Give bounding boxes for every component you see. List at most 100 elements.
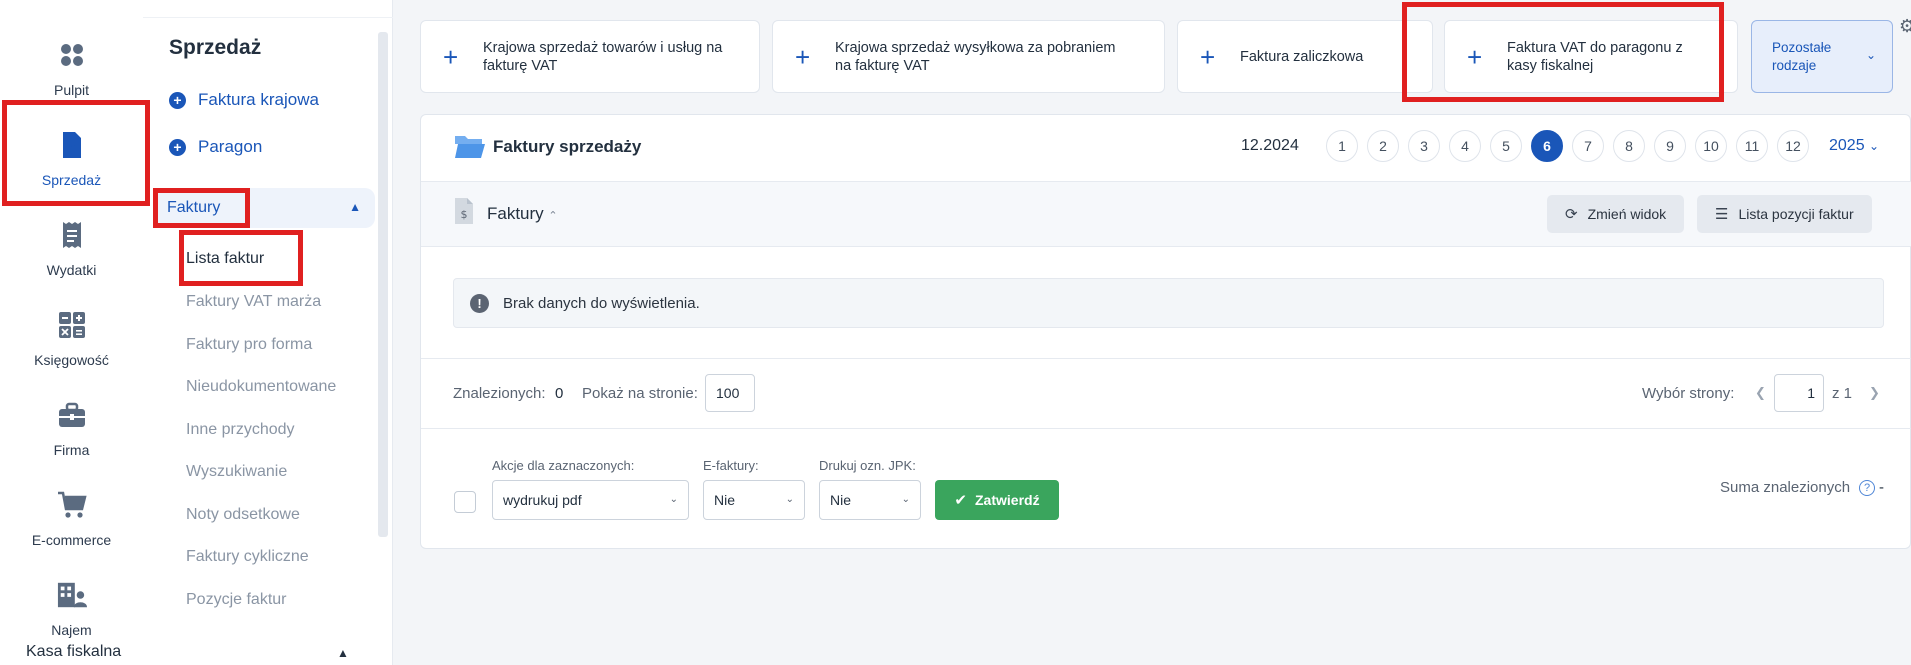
sidebar-item-nieudokumentowane[interactable]: Nieudokumentowane xyxy=(186,378,336,396)
empty-state-alert: ! Brak danych do wyświetlenia. xyxy=(453,278,1884,328)
sidebar-item-pozycje-faktur[interactable]: Pozycje faktur xyxy=(186,591,286,609)
quick-domestic-goods-invoice[interactable]: + Krajowa sprzedaż towarów i usług na fak… xyxy=(420,20,760,93)
quick-vat-receipt-invoice[interactable]: + Faktura VAT do paragonu z kasy fiskalne… xyxy=(1444,20,1738,93)
month-10[interactable]: 10 xyxy=(1695,130,1727,162)
button-label: Zatwierdź xyxy=(975,492,1040,508)
chevron-right-icon[interactable]: ❯ xyxy=(1869,385,1880,401)
e-invoices-label: E-faktury: xyxy=(703,458,759,473)
new-domestic-invoice-link[interactable]: + Faktura krajowa xyxy=(169,90,319,110)
nav-label: E-commerce xyxy=(31,532,112,548)
help-icon[interactable]: ? xyxy=(1859,480,1875,496)
sidebar-item-inne-przychody[interactable]: Inne przychody xyxy=(186,421,295,439)
nav-wydatki[interactable]: Wydatki xyxy=(0,208,143,298)
select-all-checkbox[interactable] xyxy=(454,491,476,513)
invoices-section-toggle[interactable]: Faktury ⌃ xyxy=(487,204,558,224)
divider xyxy=(421,428,1911,429)
month-2[interactable]: 2 xyxy=(1367,130,1399,162)
sidebar-title: Sprzedaż xyxy=(169,36,262,59)
per-page-input[interactable] xyxy=(705,374,755,412)
month-9[interactable]: 9 xyxy=(1654,130,1686,162)
invoice-items-list-button[interactable]: ☰ Lista pozycji faktur xyxy=(1697,195,1872,233)
month-12[interactable]: 12 xyxy=(1777,130,1809,162)
main-nav-rail: Pulpit $ Sprzedaż Wydatki Księgowość Fir… xyxy=(0,0,143,665)
new-receipt-link[interactable]: + Paragon xyxy=(169,137,262,157)
month-7[interactable]: 7 xyxy=(1572,130,1604,162)
month-5[interactable]: 5 xyxy=(1490,130,1522,162)
divider xyxy=(421,358,1911,359)
chevron-down-icon: ⌄ xyxy=(669,494,678,505)
nav-firma[interactable]: Firma xyxy=(0,388,143,478)
select-value: wydrukuj pdf xyxy=(503,492,582,508)
change-view-button[interactable]: ⟳ Zmień widok xyxy=(1547,195,1685,233)
found-count: 0 xyxy=(555,385,564,402)
year-selector[interactable]: 2025 ⌄ xyxy=(1829,137,1879,155)
bulk-actions-label: Akcje dla zaznaczonych: xyxy=(492,458,635,473)
sidebar-item-cykliczne[interactable]: Faktury cykliczne xyxy=(186,548,309,566)
nav-label: Wydatki xyxy=(46,262,97,278)
jpk-label: Drukuj ozn. JPK: xyxy=(819,458,916,473)
month-1[interactable]: 1 xyxy=(1326,130,1358,162)
button-label: Zmień widok xyxy=(1587,206,1667,222)
month-4[interactable]: 4 xyxy=(1449,130,1481,162)
year-value: 2025 xyxy=(1829,137,1865,154)
sidebar-item-noty-odsetkowe[interactable]: Noty odsetkowe xyxy=(186,506,300,524)
quick-advance-invoice[interactable]: + Faktura zaliczkowa xyxy=(1177,20,1433,93)
sidebar-item-pro-forma[interactable]: Faktury pro forma xyxy=(186,336,312,354)
dashboard-icon xyxy=(57,40,87,70)
month-11[interactable]: 11 xyxy=(1736,130,1768,162)
svg-text:$: $ xyxy=(67,141,76,156)
month-3[interactable]: 3 xyxy=(1408,130,1440,162)
invoice-dollar-icon: $ xyxy=(57,130,87,160)
nav-pulpit[interactable]: Pulpit xyxy=(0,28,143,118)
chevron-left-icon[interactable]: ❮ xyxy=(1755,385,1766,401)
button-label: Lista pozycji faktur xyxy=(1738,206,1854,222)
month-6[interactable]: 6 xyxy=(1531,130,1563,162)
card-line: Faktura zaliczkowa xyxy=(1240,48,1364,65)
sidebar-scrollbar[interactable] xyxy=(378,32,388,537)
page-select-label: Wybór strony: xyxy=(1642,385,1735,402)
nav-label: Firma xyxy=(53,442,90,458)
section-label: Faktury xyxy=(487,204,544,223)
nav-sprzedaz[interactable]: $ Sprzedaż xyxy=(0,118,143,208)
nav-ksiegowosc[interactable]: Księgowość xyxy=(0,298,143,388)
card-line: kasy fiskalnej xyxy=(1507,57,1594,74)
chevron-up-icon: ▲ xyxy=(349,200,361,214)
month-8[interactable]: 8 xyxy=(1613,130,1645,162)
sum-label: Suma znalezionych xyxy=(1720,479,1851,496)
sidebar-group-kasa-fiskalna[interactable]: Kasa fiskalna xyxy=(26,643,121,661)
divider xyxy=(143,17,393,18)
page-total: z 1 xyxy=(1832,385,1853,402)
empty-message: Brak danych do wyświetlenia. xyxy=(503,294,700,312)
quick-cod-shipping-invoice[interactable]: + Krajowa sprzedaż wysyłkowa za pobranie… xyxy=(772,20,1165,93)
chevron-down-icon: ⌄ xyxy=(1865,48,1876,62)
calculator-icon xyxy=(57,310,87,340)
sidebar-item-lista-faktur[interactable]: Lista faktur xyxy=(186,250,264,268)
confirm-button[interactable]: ✔ Zatwierdź xyxy=(935,480,1059,520)
card-line: Pozostałe xyxy=(1772,39,1832,55)
sidebar-item-vat-marza[interactable]: Faktury VAT marża xyxy=(186,293,321,311)
action-label: Paragon xyxy=(198,137,263,156)
invoices-panel: Faktury sprzedaży 12.2024 1 2 3 4 5 6 7 … xyxy=(420,114,1911,549)
receipt-icon xyxy=(57,220,87,250)
nav-ecommerce[interactable]: E-commerce xyxy=(0,478,143,568)
action-label: Faktura krajowa xyxy=(198,90,319,109)
bulk-action-select[interactable]: wydrukuj pdf ⌄ xyxy=(492,480,689,520)
chevron-up-icon: ▲ xyxy=(337,646,349,660)
plus-icon: + xyxy=(443,41,459,72)
plus-circle-icon: + xyxy=(169,138,186,156)
card-line: Faktura VAT do paragonu z xyxy=(1507,39,1683,56)
sidebar-item-wyszukiwanie[interactable]: Wyszukiwanie xyxy=(186,463,287,481)
nav-label: Księgowość xyxy=(34,352,109,368)
quick-other-types-dropdown[interactable]: Pozostałe rodzaje ⌄ xyxy=(1751,20,1893,93)
gear-icon[interactable]: ⚙ xyxy=(1899,16,1911,37)
invoices-subheader: $ Faktury ⌃ ⟳ Zmień widok ☰ Lista pozycj… xyxy=(421,181,1911,247)
card-line: Krajowa sprzedaż wysyłkowa za pobraniem xyxy=(835,39,1116,56)
card-line: fakturę VAT xyxy=(483,57,558,74)
page-number-input[interactable] xyxy=(1774,374,1824,412)
refresh-icon: ⟳ xyxy=(1565,206,1578,223)
jpk-select[interactable]: Nie ⌄ xyxy=(819,480,921,520)
document-dollar-icon: $ xyxy=(453,197,475,230)
e-invoices-select[interactable]: Nie ⌄ xyxy=(703,480,805,520)
sidebar-group-faktury[interactable]: Faktury ▲ xyxy=(155,188,375,228)
chevron-down-icon: ⌄ xyxy=(785,494,794,505)
